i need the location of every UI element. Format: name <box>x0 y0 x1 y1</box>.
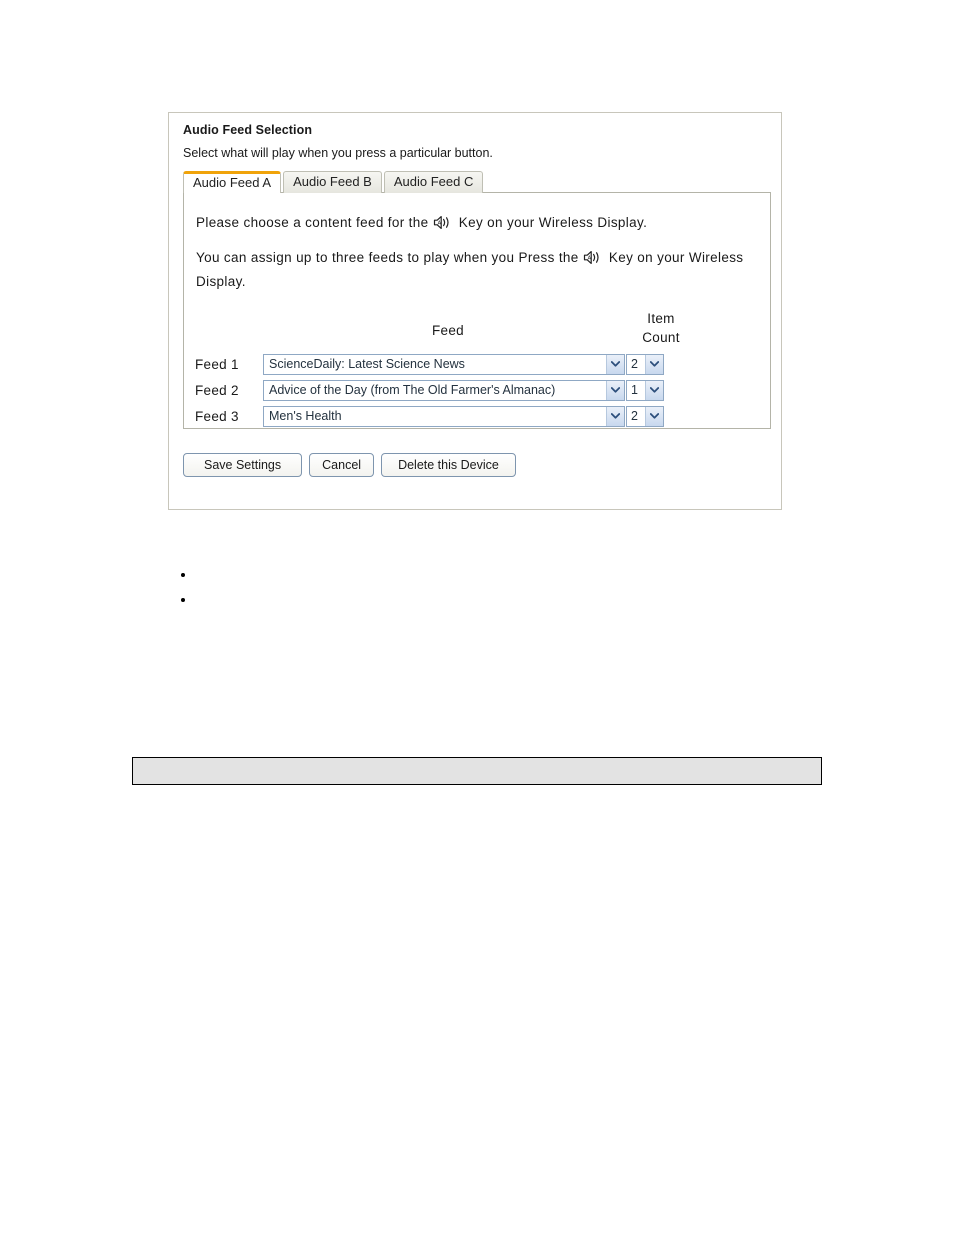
item-count-select-3[interactable]: 2 <box>626 405 664 427</box>
feed-row-label: Feed 2 <box>195 382 239 398</box>
item-count-line-2: Count <box>642 330 680 345</box>
feed-select-3-value: Men's Health <box>269 409 342 423</box>
tab-audio-feed-b[interactable]: Audio Feed B <box>283 171 382 193</box>
speaker-audio-icon: A <box>433 215 455 230</box>
item-count-select-2-value: 1 <box>631 383 638 397</box>
page-title: Audio Feed Selection <box>183 123 313 137</box>
cancel-button[interactable]: Cancel <box>309 453 375 477</box>
table-row: Feed 2 Advice of the Day (from The Old F… <box>194 379 762 401</box>
instruction-line-2: You can assign up to three feeds to play… <box>196 246 762 294</box>
tab-audio-feed-a[interactable]: Audio Feed A <box>183 171 282 194</box>
chevron-down-icon[interactable] <box>606 406 624 426</box>
item-count-select-2[interactable]: 1 <box>626 379 664 401</box>
instruction-text-before: You can assign up to three feeds to play… <box>196 250 579 265</box>
svg-text:A: A <box>587 255 591 261</box>
tab-label: Audio Feed C <box>393 174 474 189</box>
instruction-line-1: Please choose a content feed for the A K… <box>196 211 762 235</box>
column-header-feed: Feed <box>432 323 464 338</box>
delete-this-device-button[interactable]: Delete this Device <box>381 453 516 477</box>
table-header-row: Feed Item Count <box>194 311 762 353</box>
feed-select-1-value: ScienceDaily: Latest Science News <box>269 357 465 371</box>
item-count-line-1: Item <box>647 311 675 326</box>
instruction-text-after: Key on your Wireless Display. <box>458 215 648 230</box>
instruction-text-before: Please choose a content feed for the <box>196 215 429 230</box>
svg-text:A: A <box>437 220 441 226</box>
tab-strip: Audio Feed A Audio Feed B Audio Feed C <box>183 170 485 194</box>
chevron-down-icon[interactable] <box>645 406 663 426</box>
tab-audio-feed-c[interactable]: Audio Feed C <box>383 171 484 193</box>
item-count-select-1-value: 2 <box>631 357 638 371</box>
feed-assignment-table: Feed Item Count Feed 1 ScienceDaily: Lat… <box>194 311 762 431</box>
chevron-down-icon[interactable] <box>606 380 624 400</box>
chevron-down-icon[interactable] <box>645 380 663 400</box>
audio-feed-selection-panel: Audio Feed Selection Select what will pl… <box>168 112 782 510</box>
tab-label: Audio Feed A <box>193 175 272 190</box>
feed-select-3[interactable]: Men's Health <box>263 405 625 427</box>
chevron-down-icon[interactable] <box>645 354 663 374</box>
speaker-audio-icon: A <box>583 250 605 265</box>
feed-row-label: Feed 1 <box>195 356 239 372</box>
table-row: Feed 3 Men's Health 2 <box>194 405 762 427</box>
item-count-select-3-value: 2 <box>631 409 638 423</box>
tab-label: Audio Feed B <box>293 174 372 189</box>
tab-panel-audio-feed-a: Please choose a content feed for the A K… <box>183 192 771 429</box>
column-header-item-count: Item Count <box>628 309 694 347</box>
empty-gray-bar <box>132 757 822 785</box>
table-row: Feed 1 ScienceDaily: Latest Science News… <box>194 353 762 375</box>
instructions-block: Please choose a content feed for the A K… <box>196 211 762 305</box>
chevron-down-icon[interactable] <box>606 354 624 374</box>
feed-select-2[interactable]: Advice of the Day (from The Old Farmer's… <box>263 379 625 401</box>
feed-row-label: Feed 3 <box>195 408 239 424</box>
feed-select-1[interactable]: ScienceDaily: Latest Science News <box>263 353 625 375</box>
action-button-row: Save Settings Cancel Delete this Device <box>183 453 523 477</box>
save-settings-button[interactable]: Save Settings <box>183 453 303 477</box>
bullet-list <box>170 562 196 612</box>
feed-select-2-value: Advice of the Day (from The Old Farmer's… <box>269 383 556 397</box>
item-count-select-1[interactable]: 2 <box>626 353 664 375</box>
panel-subtitle: Select what will play when you press a p… <box>183 146 493 160</box>
